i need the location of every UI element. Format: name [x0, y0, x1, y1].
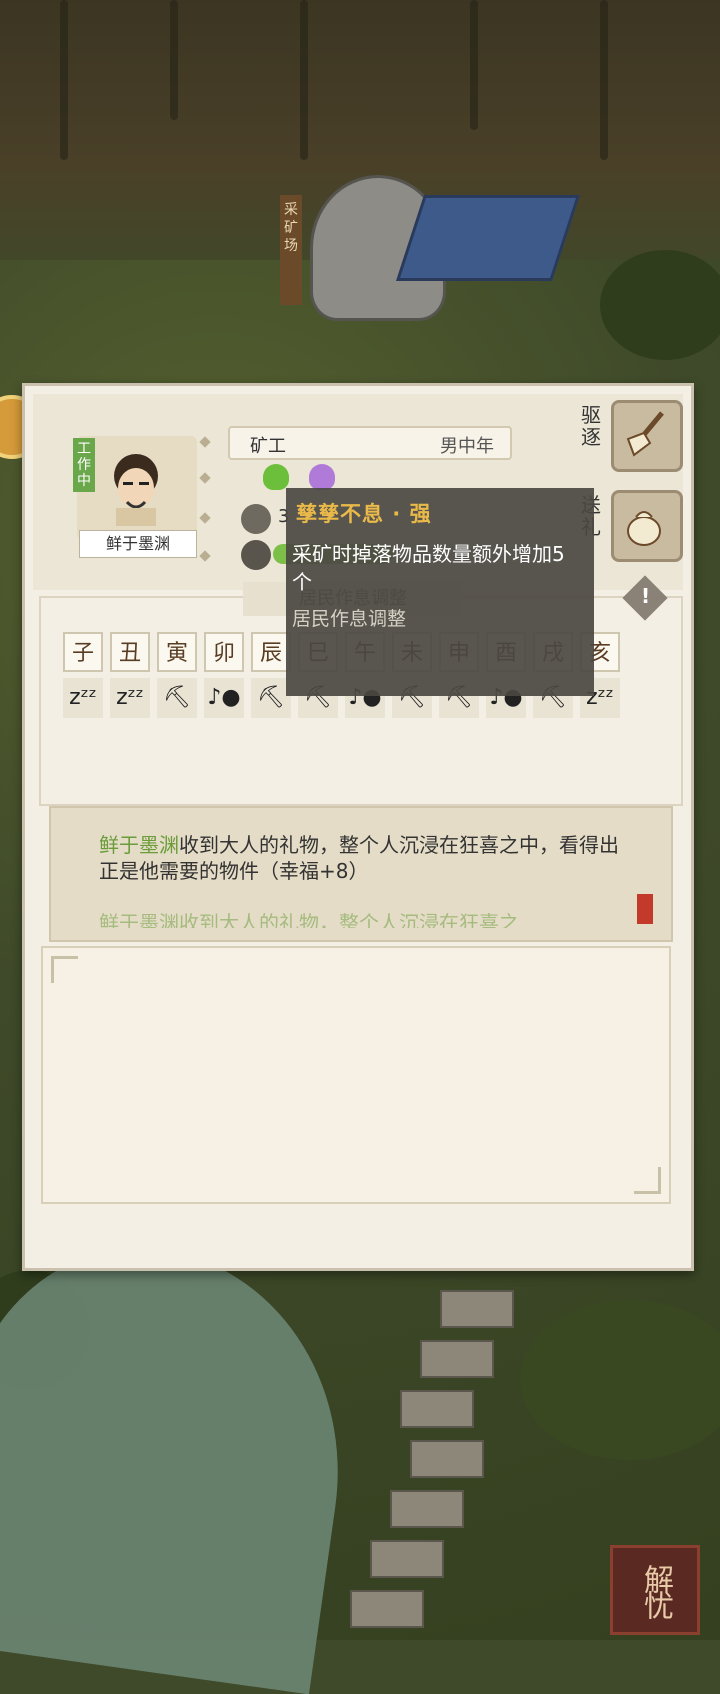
stone-path: [400, 1390, 474, 1428]
resident-avatar: [114, 454, 158, 526]
cliff-crack: [300, 0, 308, 160]
trait-tooltip: 孳孳不息 · 强 采矿时掉落物品数量额外增加5个 居民作息调整: [286, 488, 594, 696]
bullet-marker: [199, 436, 211, 448]
gender-age-label: 男中年: [440, 436, 494, 457]
evict-label: 驱逐: [581, 403, 601, 449]
corner-logo[interactable]: 解忧: [610, 1545, 700, 1635]
strength-icon: [241, 504, 271, 534]
bullet-marker: [199, 550, 211, 562]
evict-button[interactable]: [611, 400, 683, 472]
gift-bag-icon: [627, 511, 661, 546]
heart-icon: [241, 540, 271, 570]
hour-cell: 寅: [157, 632, 197, 672]
tooltip-schedule-label: 居民作息调整: [292, 608, 407, 630]
bullet-marker: [199, 472, 211, 484]
pickaxe-icon[interactable]: ⛏: [157, 678, 197, 718]
trait-green-icon[interactable]: [263, 464, 289, 490]
tree: [600, 250, 720, 360]
tooltip-description: 采矿时掉落物品数量额外增加5个: [292, 542, 565, 594]
tooltip-title: 孳孳不息 · 强: [296, 502, 432, 526]
status-badge: 工作中: [73, 438, 95, 492]
log-resident-name: 鲜于墨渊: [99, 833, 179, 857]
warning-mark: !: [641, 584, 651, 608]
music-rest-icon[interactable]: ♪●: [204, 678, 244, 718]
pickaxe-icon[interactable]: ⛏: [251, 678, 291, 718]
mine-sign: 采矿场: [280, 195, 302, 305]
frame-corner: [51, 956, 78, 983]
sleep-icon[interactable]: zᶻᶻ: [63, 678, 103, 718]
hour-cell: 子: [63, 632, 103, 672]
sleep-icon[interactable]: zᶻᶻ: [110, 678, 150, 718]
bullet-marker: [199, 512, 211, 524]
hour-cell: 卯: [204, 632, 244, 672]
broom-icon: [626, 411, 664, 457]
cliff-crack: [600, 0, 608, 160]
mine-building[interactable]: 采矿场: [200, 165, 580, 345]
job-label: 矿工: [250, 436, 286, 457]
hour-cell: 丑: [110, 632, 150, 672]
gift-button[interactable]: [611, 490, 683, 562]
stone-path: [420, 1340, 494, 1378]
notes-area[interactable]: [41, 946, 671, 1204]
frame-corner: [634, 1167, 661, 1194]
log-entry-faded: 鲜于墨渊收到大人的礼物，整个人沉浸在狂喜之: [99, 911, 519, 928]
resident-name: 鲜于墨渊: [79, 530, 197, 558]
stone-path: [440, 1290, 514, 1328]
stone-path: [370, 1540, 444, 1578]
stone-path: [390, 1490, 464, 1528]
hour-cell: 辰: [251, 632, 291, 672]
seal-stamp: [637, 894, 653, 924]
cliff-crack: [60, 0, 68, 160]
stone-path: [350, 1590, 424, 1628]
cliff-crack: [470, 0, 478, 130]
log-entry: 鲜于墨渊收到大人的礼物，整个人沉浸在狂喜之中，看得出正是他需要的物件（幸福+8）: [99, 832, 619, 884]
event-log: 鲜于墨渊收到大人的礼物，整个人沉浸在狂喜之中，看得出正是他需要的物件（幸福+8）…: [49, 806, 673, 942]
job-field: 矿工 男中年: [228, 426, 512, 460]
cliff-crack: [170, 0, 178, 120]
trait-purple-icon[interactable]: [309, 464, 335, 490]
mine-roof: [396, 195, 580, 281]
stone-path: [410, 1440, 484, 1478]
